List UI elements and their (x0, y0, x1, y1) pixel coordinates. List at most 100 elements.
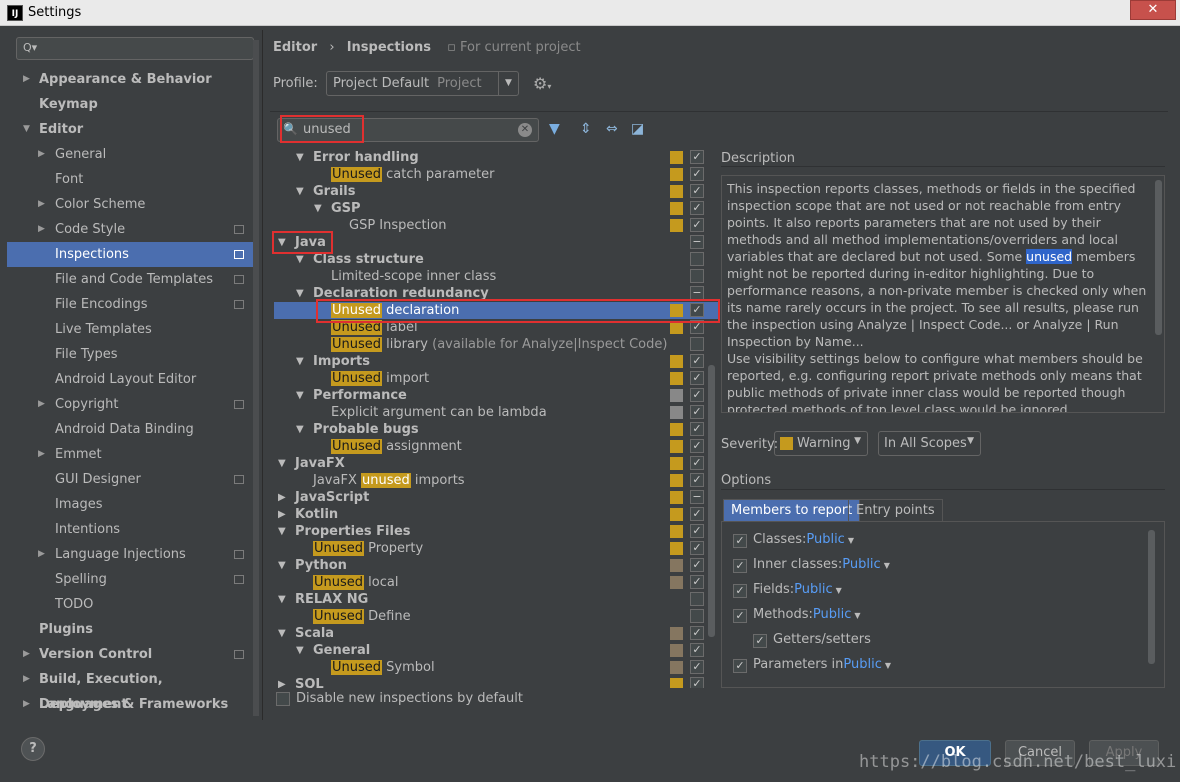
tree-row[interactable]: Unused Define (274, 608, 718, 625)
help-button[interactable]: ? (21, 737, 45, 761)
project-scope-icon: ▫ (447, 40, 461, 55)
sidebar-item-file-templates[interactable]: File and Code Templates (7, 267, 255, 292)
project-icon (234, 475, 244, 484)
tree-row[interactable]: Unused catch parameter ✓ (274, 166, 718, 183)
collapse-all-icon[interactable]: ⇔ (606, 121, 618, 137)
sidebar-item-color-scheme[interactable]: ▶ Color Scheme (7, 192, 255, 217)
highlight-box (280, 115, 364, 143)
options-label: Options (721, 473, 772, 488)
sidebar-item-images[interactable]: Images (7, 492, 255, 517)
sidebar-item-file-types[interactable]: File Types (7, 342, 255, 367)
tree-row[interactable]: Limited-scope inner class (274, 268, 718, 285)
sidebar-scrollbar[interactable] (253, 40, 259, 716)
tree-row[interactable]: ▼ Python ✓ (274, 557, 718, 574)
sidebar-item-emmet[interactable]: ▶ Emmet (7, 442, 255, 467)
project-icon (234, 225, 244, 234)
filter-icon[interactable]: ▼ (549, 121, 560, 137)
separator (721, 489, 1165, 490)
sidebar-item-code-style[interactable]: ▶ Code Style (7, 217, 255, 242)
profile-label: Profile: (273, 76, 318, 91)
sidebar-item-build[interactable]: ▶ Build, Execution, Deployment (7, 667, 255, 712)
options-panel: ✓ Classes:Public ▼ ✓ Inner classes:Public ▼ … (721, 521, 1165, 688)
description-panel: This inspection reports classes, methods… (721, 175, 1165, 413)
highlight-box (316, 299, 720, 323)
tree-row[interactable]: JavaFX unused imports ✓ (274, 472, 718, 489)
sidebar-item-keymap[interactable]: Keymap (7, 92, 255, 117)
tree-row[interactable]: Unused assignment ✓ (274, 438, 718, 455)
sidebar-item-appearance[interactable]: ▶ Appearance & Behavior (7, 67, 255, 92)
tree-row[interactable]: ▶ SQL ✓ (274, 676, 718, 688)
tree-row[interactable]: ▼ Probable bugs ✓ (274, 421, 718, 438)
sidebar-item-live-templates[interactable]: Live Templates (7, 317, 255, 342)
tree-row[interactable]: ▼ Performance ✓ (274, 387, 718, 404)
sidebar-item-gui-designer[interactable]: GUI Designer (7, 467, 255, 492)
warning-color-swatch (780, 437, 793, 450)
tree-row[interactable]: Explicit argument can be lambda ✓ (274, 404, 718, 421)
tree-row[interactable]: Unused import ✓ (274, 370, 718, 387)
description-text: Use visibility settings below to configu… (727, 351, 1143, 413)
sidebar-item-android-layout[interactable]: Android Layout Editor (7, 367, 255, 392)
sidebar-item-version-control[interactable]: ▶ Version Control (7, 642, 255, 667)
sidebar-item-android-data-binding[interactable]: Android Data Binding (7, 417, 255, 442)
clear-icon[interactable]: ✕ (518, 123, 532, 137)
sidebar-item-spelling[interactable]: Spelling (7, 567, 255, 592)
tab-entry-points[interactable]: Entry points (848, 499, 943, 522)
options-scrollbar[interactable] (1148, 530, 1155, 664)
separator (721, 166, 1165, 167)
tree-row[interactable]: ▶ JavaScript − (274, 489, 718, 506)
close-button[interactable]: ✕ (1130, 0, 1176, 20)
tree-row[interactable]: ▼ Grails ✓ (274, 183, 718, 200)
project-icon (234, 650, 244, 659)
chevron-down-icon: ▼ (967, 436, 974, 446)
tree-row[interactable]: Unused Property ✓ (274, 540, 718, 557)
tree-row[interactable]: GSP Inspection ✓ (274, 217, 718, 234)
sidebar-item-todo[interactable]: TODO (7, 592, 255, 617)
watermark: https://blog.csdn.net/best_luxi (859, 752, 1177, 772)
tree-row[interactable]: ▼ Properties Files ✓ (274, 523, 718, 540)
tree-row[interactable]: ▼ Class structure (274, 251, 718, 268)
tree-row[interactable]: ▶ Kotlin ✓ (274, 506, 718, 523)
description-text: This inspection reports classes, methods… (727, 181, 1147, 349)
sidebar-item-languages[interactable]: ▶ Languages & Frameworks (7, 692, 255, 717)
crumb-editor[interactable]: Editor (273, 40, 317, 55)
tree-row[interactable]: ▼ Error handling ✓ (274, 149, 718, 166)
breadcrumb: Editor › Inspections ▫ For current proje… (273, 40, 581, 55)
sidebar-item-plugins[interactable]: Plugins (7, 617, 255, 642)
title-bar: IJ Settings ✕ (0, 0, 1180, 26)
crumb-separator: › (329, 40, 335, 55)
divider (262, 30, 263, 720)
sidebar-item-copyright[interactable]: ▶ Copyright (7, 392, 255, 417)
sidebar-item-font[interactable]: Font (7, 167, 255, 192)
tree-row[interactable]: ▼ JavaFX ✓ (274, 455, 718, 472)
sidebar-item-file-encodings[interactable]: File Encodings (7, 292, 255, 317)
project-icon (234, 250, 244, 259)
sidebar-item-editor[interactable]: ▼ Editor (7, 117, 255, 142)
sidebar-item-intentions[interactable]: Intentions (7, 517, 255, 542)
highlight-box (272, 231, 333, 254)
tree-row[interactable]: ▼ RELAX NG (274, 591, 718, 608)
sidebar-item-inspections[interactable]: Inspections (7, 242, 255, 267)
tree-row[interactable]: Unused Symbol ✓ (274, 659, 718, 676)
tree-row[interactable]: ▼ GSP ✓ (274, 200, 718, 217)
tree-row[interactable]: ▼ General ✓ (274, 642, 718, 659)
tree-row[interactable]: Unused library (available for Analyze|In… (274, 336, 718, 353)
tree-row[interactable]: ▼ Imports ✓ (274, 353, 718, 370)
expand-all-icon[interactable]: ⇕ (580, 121, 592, 137)
sidebar-search-input[interactable]: Q▾ (16, 37, 254, 60)
tree-row[interactable]: ▼ Scala ✓ (274, 625, 718, 642)
severity-select[interactable]: Warning ▼ (774, 431, 868, 456)
reset-icon[interactable]: ◪ (631, 121, 644, 137)
gear-icon[interactable]: ⚙▾ (533, 74, 551, 93)
window-title: Settings (28, 5, 82, 20)
profile-select[interactable]: Project Default Project ▼ (326, 71, 519, 96)
description-scrollbar[interactable] (1155, 180, 1162, 335)
chevron-down-icon: ▼ (498, 72, 518, 95)
sidebar-item-general[interactable]: ▶ General (7, 142, 255, 167)
tree-row[interactable]: ▼ Java − (274, 234, 718, 251)
tree-row[interactable]: Unused local ✓ (274, 574, 718, 591)
scope-select[interactable]: In All Scopes ▼ (878, 431, 981, 456)
checkbox[interactable] (276, 692, 290, 706)
tab-members-to-report[interactable]: Members to report (723, 499, 861, 522)
sidebar-item-language-injections[interactable]: ▶ Language Injections (7, 542, 255, 567)
tree-scrollbar[interactable] (708, 365, 715, 637)
